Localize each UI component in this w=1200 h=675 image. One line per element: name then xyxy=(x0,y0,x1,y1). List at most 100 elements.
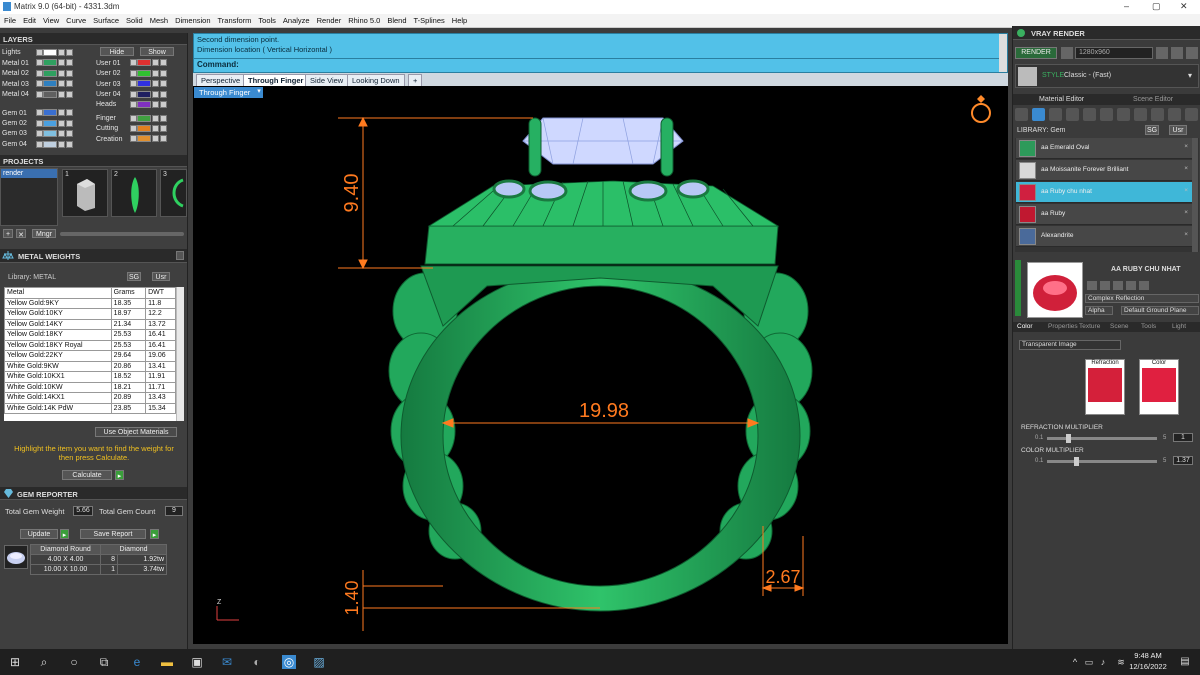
save-report-go-icon[interactable]: ▸ xyxy=(150,529,159,539)
calculate-go-icon[interactable]: ▸ xyxy=(115,470,124,480)
layer-visibility-icon[interactable] xyxy=(152,114,159,122)
project-thumb-1[interactable]: 1 xyxy=(62,169,108,217)
tray-chevron-icon[interactable]: ^ xyxy=(1068,655,1082,669)
refraction-value[interactable]: 1 xyxy=(1173,433,1193,442)
menu-transform[interactable]: Transform xyxy=(214,14,255,25)
table-row[interactable]: Yellow Gold:22KY 29.64 19.06 xyxy=(4,350,176,362)
col-dwt[interactable]: DWT xyxy=(145,287,176,299)
layer-lock-icon[interactable] xyxy=(160,90,167,98)
layer-color-swatch[interactable] xyxy=(43,130,57,138)
layer-lock-icon[interactable] xyxy=(66,130,73,138)
layer-visibility-icon[interactable] xyxy=(152,80,159,88)
tab-scene-editor[interactable]: Scene Editor xyxy=(1133,96,1173,103)
layer-visibility-icon[interactable] xyxy=(58,59,65,67)
vray-sg-button[interactable]: SG xyxy=(1145,125,1159,135)
layer-lock-icon[interactable] xyxy=(160,124,167,132)
menu-render[interactable]: Render xyxy=(313,14,345,25)
layer-row[interactable]: Finger xyxy=(96,114,167,124)
style-selector[interactable]: STYLE Classic - (Fast) ▾ xyxy=(1015,64,1199,88)
layer-color-swatch[interactable] xyxy=(137,90,151,98)
remove-icon[interactable]: × xyxy=(1184,209,1188,216)
layer-lock-icon[interactable] xyxy=(160,59,167,67)
project-thumb-3[interactable]: 3 xyxy=(160,169,187,217)
menu-surface[interactable]: Surface xyxy=(89,14,122,25)
clock-date[interactable]: 12/16/2022 xyxy=(1124,662,1172,671)
close-button[interactable]: ✕ xyxy=(1180,1,1188,12)
layer-visibility-icon[interactable] xyxy=(58,140,65,148)
table-row[interactable]: White Gold:10KX1 18.52 11.91 xyxy=(4,371,176,383)
layer-select-icon[interactable] xyxy=(36,69,43,77)
color-slider-knob[interactable] xyxy=(1074,457,1080,466)
manager-button[interactable]: Mngr xyxy=(32,229,56,238)
material-add-icon[interactable] xyxy=(1139,281,1149,290)
layer-color-swatch[interactable] xyxy=(43,109,57,117)
remove-icon[interactable]: × xyxy=(1184,165,1188,172)
link-icon[interactable] xyxy=(1171,47,1183,59)
layer-row[interactable]: Gem 04 xyxy=(2,140,73,150)
layer-color-swatch[interactable] xyxy=(43,49,57,56)
drop-icon[interactable] xyxy=(1015,108,1028,121)
projects-scrollbar[interactable] xyxy=(60,232,184,236)
table-row[interactable]: White Gold:10KW 18.21 11.71 xyxy=(4,381,176,393)
table-row[interactable]: Yellow Gold:18KY Royal 25.53 16.41 xyxy=(4,339,176,351)
menu-curve[interactable]: Curve xyxy=(62,14,89,25)
update-go-icon[interactable]: ▸ xyxy=(60,529,69,539)
volume-icon[interactable]: ♪ xyxy=(1096,655,1110,669)
layer-select-icon[interactable] xyxy=(36,90,43,98)
store-icon[interactable]: ▣ xyxy=(190,655,204,669)
edge-icon[interactable]: e xyxy=(130,655,144,669)
layer-color-swatch[interactable] xyxy=(43,140,57,148)
layer-row[interactable]: Metal 04 xyxy=(2,90,73,100)
layer-lock-icon[interactable] xyxy=(160,101,167,108)
tab-side-view[interactable]: Side View xyxy=(305,74,349,86)
show-button[interactable]: Show xyxy=(140,47,174,56)
layer-row[interactable]: User 03 xyxy=(96,80,167,89)
collapse-icon[interactable] xyxy=(176,251,184,260)
menu-edit[interactable]: Edit xyxy=(19,14,39,25)
layer-visibility-icon[interactable] xyxy=(152,124,159,132)
add-project-button[interactable]: + xyxy=(3,229,13,238)
table-row[interactable]: Yellow Gold:10KY 18.97 12.2 xyxy=(4,308,176,320)
layer-visibility-icon[interactable] xyxy=(58,49,65,56)
col-grams[interactable]: Grams xyxy=(110,287,147,299)
minimize-button[interactable]: – xyxy=(1124,1,1129,11)
layer-select-icon[interactable] xyxy=(36,119,43,127)
layer-color-swatch[interactable] xyxy=(137,80,151,88)
project-thumb-2[interactable]: 2 xyxy=(111,169,157,217)
tab-properties[interactable]: Properties xyxy=(1048,323,1078,330)
layer-color-swatch[interactable] xyxy=(43,69,57,77)
table-row[interactable]: 10.00 X 10.00 1 3.74tw xyxy=(30,564,167,575)
layer-select-icon[interactable] xyxy=(130,59,137,67)
resolution-field[interactable]: 1280x960 xyxy=(1075,47,1153,59)
layer-visibility-icon[interactable] xyxy=(58,90,65,98)
layer-lock-icon[interactable] xyxy=(66,109,73,117)
layer-color-swatch[interactable] xyxy=(137,124,151,132)
layer-row[interactable]: Heads xyxy=(96,101,167,110)
layer-lock-icon[interactable] xyxy=(66,140,73,148)
grid-icon[interactable] xyxy=(1083,108,1096,121)
layer-select-icon[interactable] xyxy=(36,130,43,138)
vray-usr-button[interactable]: Usr xyxy=(1169,125,1187,135)
network-icon[interactable]: ▭ xyxy=(1082,655,1096,669)
mail-icon[interactable]: ✉ xyxy=(220,655,234,669)
brush-icon[interactable] xyxy=(1134,108,1147,121)
menu-rhino[interactable]: Rhino 5.0 xyxy=(344,14,383,25)
layer-select-icon[interactable] xyxy=(36,140,43,148)
layer-visibility-icon[interactable] xyxy=(58,130,65,138)
remove-icon[interactable]: × xyxy=(1184,231,1188,238)
file-explorer-icon[interactable]: ▬ xyxy=(160,655,174,669)
image-icon[interactable] xyxy=(1117,108,1130,121)
layer-color-swatch[interactable] xyxy=(137,101,151,108)
layer-row[interactable]: Cutting xyxy=(96,124,167,134)
menu-tsplines[interactable]: T-Splines xyxy=(410,14,448,25)
camera-icon[interactable] xyxy=(1061,47,1073,59)
alpha-field[interactable]: Alpha xyxy=(1085,306,1113,315)
menu-view[interactable]: View xyxy=(39,14,62,25)
menu-mesh[interactable]: Mesh xyxy=(146,14,171,25)
hide-button[interactable]: Hide xyxy=(100,47,134,56)
refraction-slider-knob[interactable] xyxy=(1066,434,1072,443)
save-report-button[interactable]: Save Report xyxy=(80,529,146,539)
use-object-materials-button[interactable]: Use Object Materials xyxy=(95,427,177,437)
tab-perspective[interactable]: Perspective xyxy=(196,74,246,86)
metal-table-scrollbar[interactable] xyxy=(176,287,184,421)
